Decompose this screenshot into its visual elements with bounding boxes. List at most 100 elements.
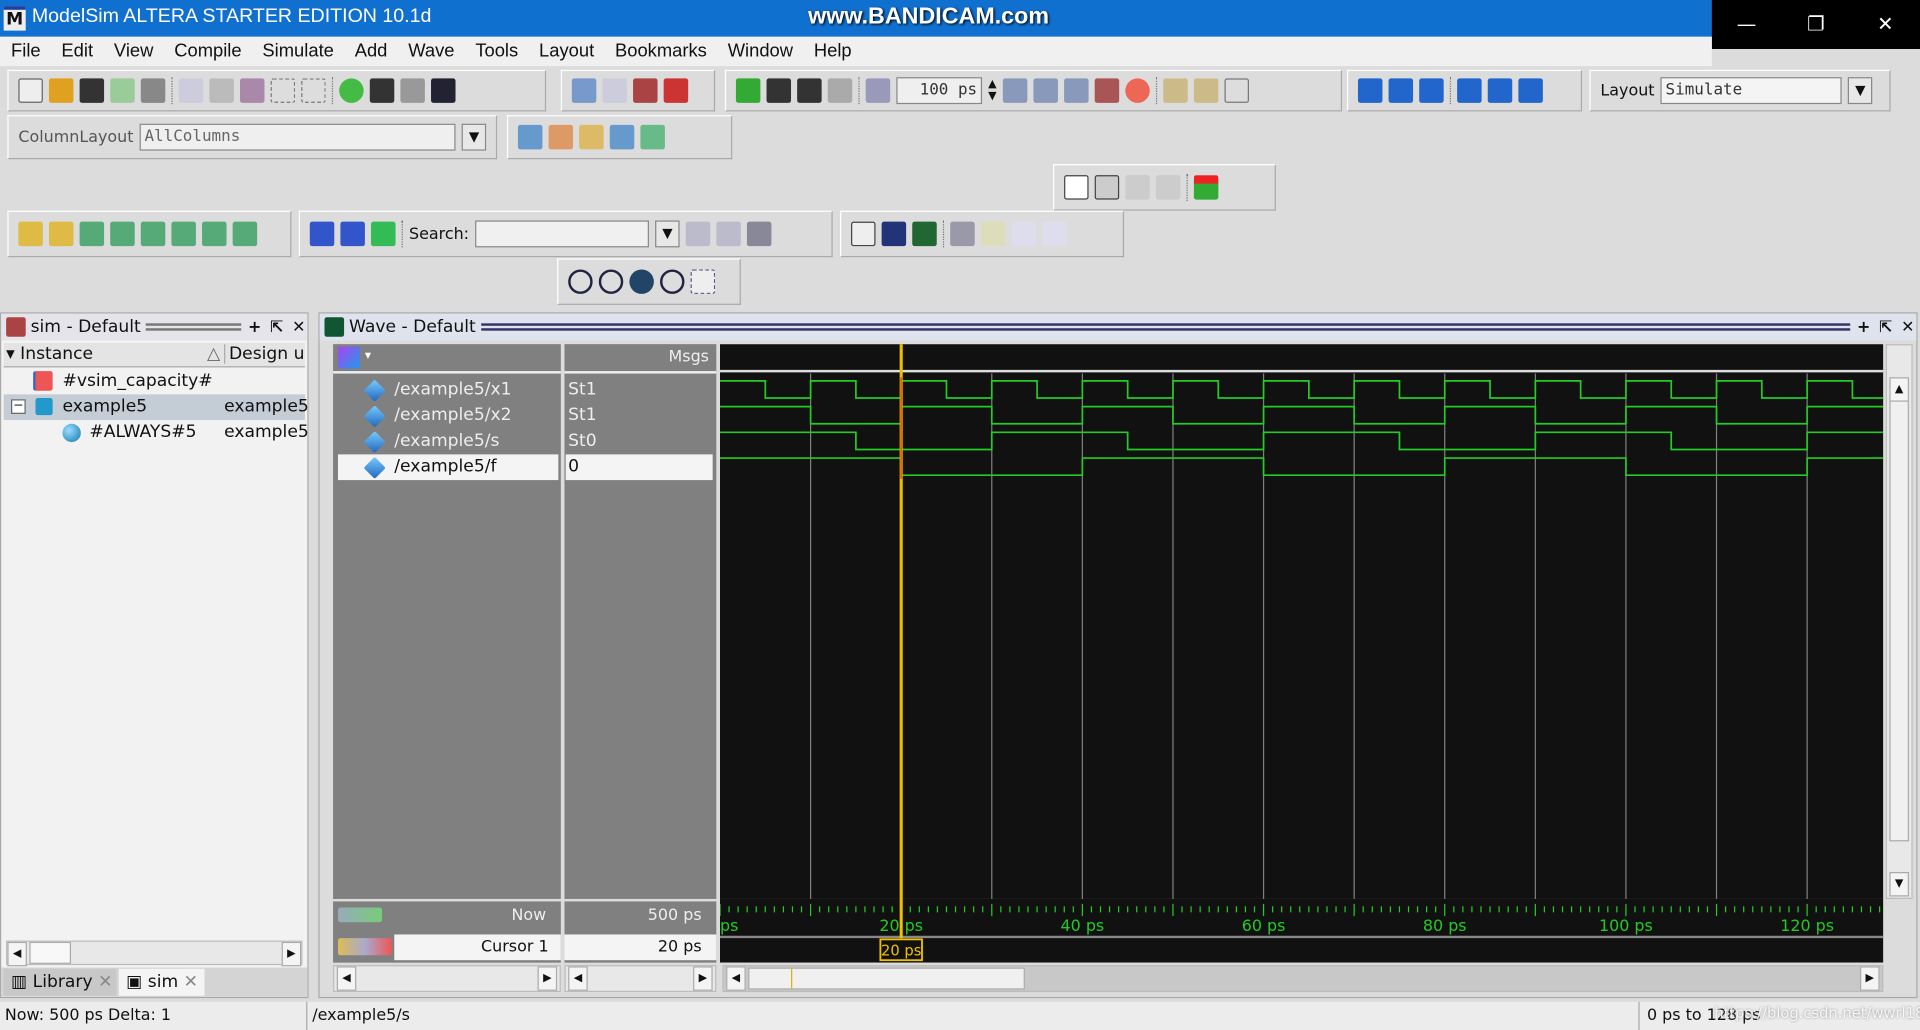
menu-tools[interactable]: Tools [464, 37, 528, 66]
break-icon[interactable] [663, 78, 689, 103]
copy-icon[interactable] [209, 78, 234, 103]
layout-select[interactable]: Simulate [1660, 77, 1842, 105]
signal-row[interactable]: /example5/f [337, 454, 559, 481]
signal-row[interactable]: /example5/s [338, 429, 558, 455]
panel-add-icon[interactable]: + [246, 318, 263, 336]
wave-h-scrollbar[interactable]: ◀ ▶ [722, 965, 1884, 993]
waveform-canvas[interactable] [720, 344, 1884, 899]
export-icon[interactable] [640, 124, 665, 150]
wave-panel-close-icon[interactable]: ✕ [1899, 318, 1916, 336]
run-length-input[interactable]: 100 ps [896, 77, 983, 105]
run-icon[interactable] [1002, 78, 1028, 103]
compile-add-icon[interactable] [339, 78, 364, 103]
step-into-icon[interactable] [1357, 78, 1383, 103]
stop-drawing-icon[interactable] [1193, 175, 1219, 200]
expand-icon[interactable] [309, 221, 335, 247]
cut-icon[interactable] [178, 78, 204, 103]
continue-run-icon[interactable] [1033, 78, 1058, 103]
column-design-unit[interactable]: Design unit [224, 344, 305, 364]
prev-transition-icon[interactable] [79, 221, 105, 247]
names-h-scrollbar[interactable]: ◀ ▶ [333, 965, 561, 993]
wave-format-icon[interactable] [337, 346, 361, 369]
tab-sim[interactable]: ▣ sim ✕ [118, 968, 205, 996]
find-icon[interactable] [369, 78, 395, 103]
collapse-toggle-icon[interactable]: − [11, 399, 26, 414]
edit-wave-icon[interactable] [579, 124, 604, 150]
refresh-icon[interactable] [110, 78, 135, 103]
menu-compile[interactable]: Compile [163, 37, 251, 66]
menu-window[interactable]: Window [717, 37, 803, 66]
search-forward-icon[interactable] [716, 221, 741, 247]
step-over-icon[interactable] [1388, 78, 1414, 103]
panel-grip[interactable] [145, 323, 242, 331]
panel-close-icon[interactable]: ✕ [290, 318, 307, 336]
tree-row-always5[interactable]: #ALWAYS#5 example5 [4, 420, 309, 446]
wave-v-scrollbar[interactable]: ▲ ▼ [1885, 344, 1913, 899]
search-back-icon[interactable] [685, 221, 711, 247]
restart-icon[interactable] [865, 78, 891, 103]
add-wave-icon[interactable] [517, 124, 543, 150]
event-format-icon[interactable] [912, 221, 937, 247]
menu-add[interactable]: Add [344, 37, 398, 66]
sort-icon[interactable]: △ [207, 344, 220, 364]
step-out-all-icon[interactable] [1518, 78, 1543, 103]
paste-icon[interactable] [240, 78, 265, 103]
zoom-mode-icon[interactable] [1094, 175, 1120, 200]
step-into-all-icon[interactable] [1457, 78, 1482, 103]
column-instance[interactable]: ▾ Instance [6, 344, 93, 364]
save-icon[interactable] [79, 78, 105, 103]
menu-edit[interactable]: Edit [50, 37, 102, 66]
signal-row[interactable]: /example5/x2 [338, 403, 558, 429]
wave-panel-add-icon[interactable]: + [1855, 318, 1872, 336]
zoom-area-icon[interactable] [690, 269, 716, 294]
time-ruler[interactable]: ps 20 ps 40 ps 60 ps 80 ps 100 ps 120 ps20 ps [720, 898, 1884, 963]
fall-icon[interactable] [1011, 221, 1036, 247]
insert-cursor-icon[interactable] [18, 221, 43, 247]
add-divider-icon[interactable] [548, 124, 574, 150]
rise-icon[interactable] [980, 221, 1006, 247]
undo-icon[interactable] [270, 78, 296, 103]
performance-icon[interactable] [1163, 78, 1188, 103]
menu-bookmarks[interactable]: Bookmarks [604, 37, 717, 66]
edge-icon[interactable] [1042, 221, 1067, 247]
new-file-icon[interactable] [18, 78, 43, 103]
column-layout-select[interactable]: AllColumns [139, 123, 456, 151]
analog-icon[interactable] [950, 221, 975, 247]
collapse-icon[interactable] [400, 78, 425, 103]
run-all-icon[interactable] [1063, 78, 1089, 103]
panel-grip[interactable] [480, 323, 1851, 331]
menu-layout[interactable]: Layout [528, 37, 604, 66]
menu-simulate[interactable]: Simulate [251, 37, 343, 66]
up-arrow-icon[interactable] [766, 78, 792, 103]
run-length-spinner[interactable]: ▲ ▼ [988, 78, 996, 102]
forward-arrow-icon[interactable] [827, 78, 853, 103]
step-out-icon[interactable] [1419, 78, 1444, 103]
cursor-tools-icon[interactable] [337, 907, 383, 923]
bookmark-icon[interactable] [735, 78, 761, 103]
panel-undock-icon[interactable]: ⇱ [268, 318, 285, 336]
menu-help[interactable]: Help [803, 37, 862, 66]
literal-format-icon[interactable] [851, 221, 876, 247]
next-falling-icon[interactable] [171, 221, 196, 247]
tree-row-vsim-capacity[interactable]: #vsim_capacity# [4, 369, 305, 395]
memory-icon[interactable] [1193, 78, 1219, 103]
cursor-lock-icon[interactable] [337, 938, 392, 956]
zoom-full-icon[interactable] [629, 269, 654, 294]
compile-icon[interactable] [571, 78, 597, 103]
delete-cursor-icon[interactable] [48, 221, 74, 247]
break-run-icon[interactable] [1094, 78, 1120, 103]
edit-mode-icon[interactable] [1155, 175, 1181, 200]
compile-all-icon[interactable] [602, 78, 627, 103]
prev-falling-icon[interactable] [140, 221, 166, 247]
print-icon[interactable] [140, 78, 166, 103]
zoom-out-icon[interactable] [598, 269, 624, 294]
dropdown-icon[interactable]: ▾ [365, 349, 371, 362]
layout-dropdown-icon[interactable]: ▼ [1848, 77, 1873, 105]
values-h-scrollbar[interactable]: ◀ ▶ [564, 965, 717, 993]
menu-view[interactable]: View [103, 37, 163, 66]
search-input[interactable] [475, 220, 650, 248]
minimize-button[interactable]: — [1712, 0, 1781, 49]
cursor-name[interactable]: Cursor 1 [394, 934, 561, 961]
save-format-icon[interactable] [609, 124, 635, 150]
prev-rising-icon[interactable] [202, 221, 227, 247]
